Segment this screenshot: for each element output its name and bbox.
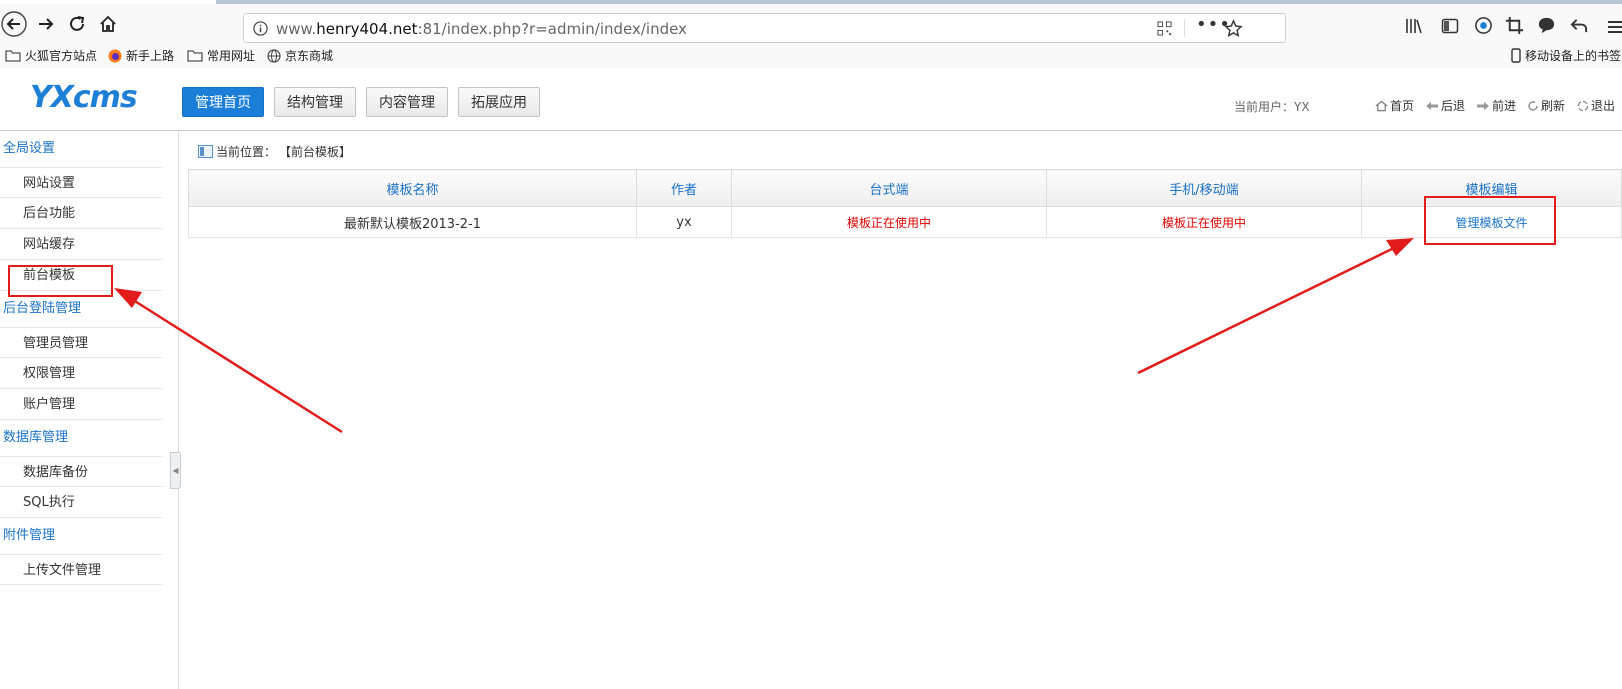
annotation-arrow-left (129, 296, 343, 434)
arrow-head-left-icon (114, 288, 142, 308)
arrow-head-right-icon (1386, 238, 1414, 256)
annotation-arrow-right (1137, 244, 1399, 375)
annotation-arrows (114, 238, 1414, 434)
